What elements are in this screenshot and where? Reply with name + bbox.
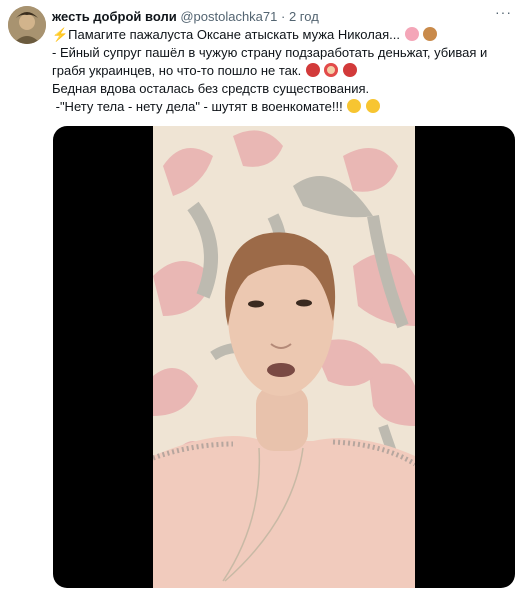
dog-face-emoji-icon [423, 27, 438, 41]
clown-face-emoji-icon [324, 63, 339, 77]
grimacing-face-emoji-icon [365, 99, 380, 113]
author-name[interactable]: жесть доброй воли [52, 9, 177, 24]
author-handle[interactable]: @postolachka71 [180, 9, 277, 24]
pig-face-emoji-icon [404, 27, 419, 41]
tweet-video[interactable] [53, 126, 515, 588]
timestamp[interactable]: 2 год [289, 9, 319, 24]
grimacing-face-emoji-icon [347, 99, 362, 113]
tweet-line-text: -"Нету тела - нету дела" - шутят в военк… [52, 99, 343, 114]
tweet-line: - Ейный супруг пашёл в чужую страну подз… [52, 45, 488, 60]
tweet-line: Бедная вдова осталась без средств сущест… [52, 81, 370, 96]
avatar[interactable] [8, 6, 46, 44]
tweet: жесть доброй воли @postolachka71 · 2 год… [0, 0, 522, 592]
tweet-line: -"Нету тела - нету дела" - шутят в военк… [52, 98, 517, 116]
tweet-line: ⚡Памагите пажалуста Оксане атыскать мужа… [52, 26, 517, 44]
tweet-line-text: грабя украинцев, но что-то пошло не так. [52, 63, 302, 78]
cursing-face-emoji-icon [343, 63, 358, 77]
video-frame [153, 126, 415, 588]
tweet-header: жесть доброй воли @postolachka71 · 2 год [52, 8, 492, 26]
tweet-line: грабя украинцев, но что-то пошло не так. [52, 62, 517, 80]
tweet-text: ⚡Памагите пажалуста Оксане атыскать мужа… [52, 26, 517, 116]
tweet-line-text: ⚡Памагите пажалуста Оксане атыскать мужа… [52, 27, 400, 42]
cursing-face-emoji-icon [305, 63, 320, 77]
more-options-icon[interactable]: ··· [495, 4, 512, 20]
separator: · [281, 9, 286, 24]
